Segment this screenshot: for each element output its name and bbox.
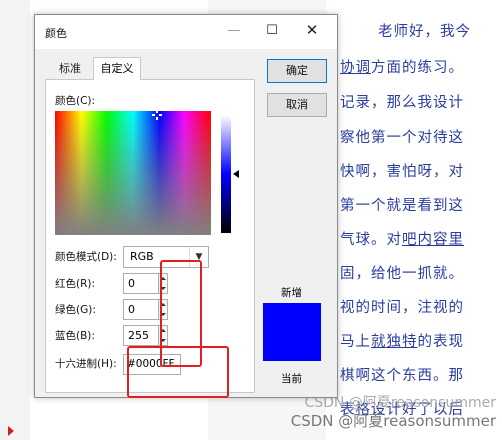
- maximize-icon[interactable]: ☐: [261, 23, 283, 41]
- red-input[interactable]: 0: [123, 273, 159, 294]
- green-value: 0: [128, 303, 135, 316]
- cancel-button[interactable]: 取消: [267, 93, 327, 117]
- minimize-icon[interactable]: —: [223, 23, 245, 41]
- color-spectrum[interactable]: [55, 111, 211, 235]
- crosshair-icon: [152, 110, 162, 120]
- blue-input[interactable]: 255: [123, 325, 159, 346]
- color-dialog: 颜色 — ☐ ✕ 标准 自定义 颜色(C): 颜色模式(D): RGB ▼ 红色…: [34, 14, 338, 398]
- doc-line: 察他第一个对待这: [340, 130, 464, 146]
- new-color-label: 新增: [281, 287, 302, 299]
- luminance-slider[interactable]: [221, 115, 231, 233]
- doc-line: 快啊，害怕呀，对: [340, 164, 464, 180]
- watermark: CSDN @阿夏reasonsummer: [290, 412, 496, 430]
- tab-standard[interactable]: 标准: [49, 59, 91, 79]
- ok-button[interactable]: 确定: [267, 59, 327, 83]
- doc-line: 固，给他一抓就。: [340, 266, 464, 282]
- doc-line: 马上就独特的表现: [340, 334, 464, 350]
- hex-label: 十六进制(H):: [55, 358, 117, 370]
- doc-line: 气球。对吧内容里: [340, 232, 464, 248]
- color-model-label: 颜色模式(D):: [55, 251, 117, 263]
- colors-label: 颜色(C):: [55, 95, 96, 107]
- green-input[interactable]: 0: [123, 299, 159, 320]
- red-value: 0: [128, 277, 135, 290]
- doc-line: 第一个就是看到这: [340, 198, 464, 214]
- close-icon[interactable]: ✕: [299, 21, 325, 41]
- green-label: 绿色(G):: [55, 304, 96, 316]
- title-bar: 颜色 — ☐ ✕: [35, 15, 337, 49]
- color-model-value: RGB: [130, 250, 154, 263]
- doc-line: 记录，那么我设计: [340, 95, 464, 111]
- annotation-box-hex: [127, 346, 229, 398]
- color-preview: [263, 303, 321, 361]
- blue-label: 蓝色(B):: [55, 330, 95, 342]
- tab-custom[interactable]: 自定义: [93, 57, 141, 80]
- slider-arrow-icon[interactable]: [233, 170, 239, 178]
- current-color-label: 当前: [281, 373, 302, 385]
- blue-value: 255: [128, 329, 149, 342]
- doc-line: 视的时间，注视的: [340, 300, 464, 316]
- doc-line: 协调方面的练习。: [340, 60, 464, 76]
- arrow-marker-icon: [8, 426, 14, 436]
- doc-line: 老师好，我今: [378, 24, 471, 40]
- doc-line: 棋啊这个东西。那: [340, 368, 464, 384]
- dialog-title: 颜色: [45, 27, 67, 40]
- red-label: 红色(R):: [55, 278, 96, 290]
- left-margin: [0, 0, 30, 440]
